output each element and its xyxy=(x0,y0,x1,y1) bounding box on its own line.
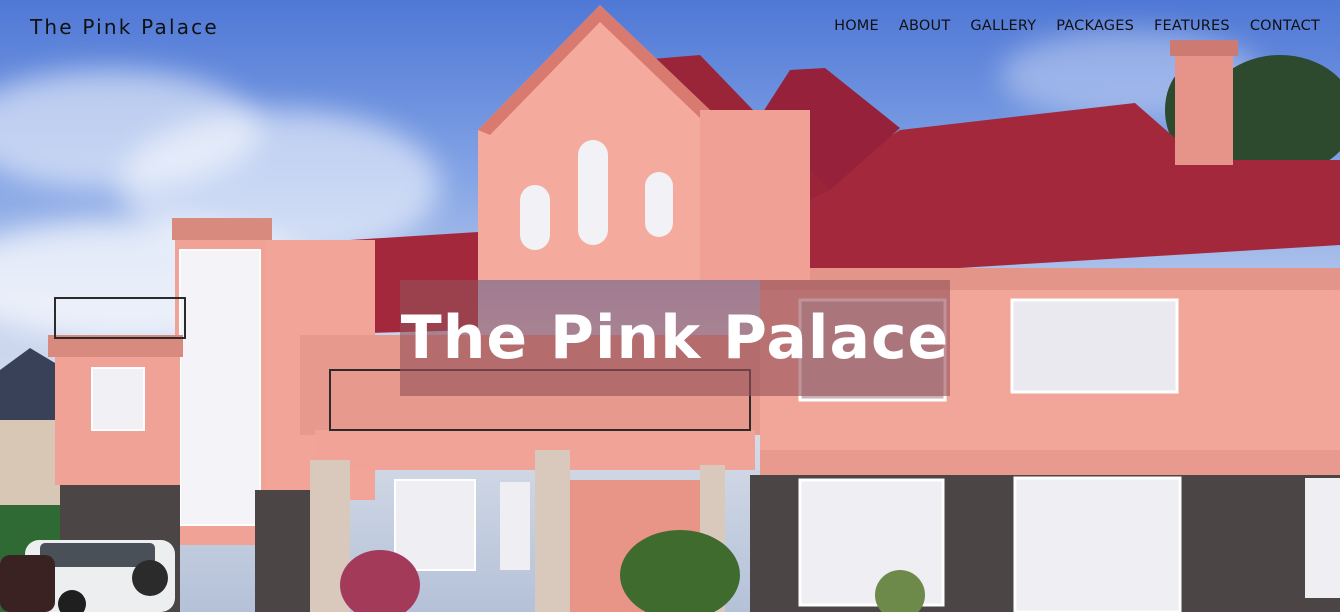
hero-title: The Pink Palace xyxy=(400,303,950,373)
brand-logo[interactable]: The Pink Palace xyxy=(30,15,219,39)
nav-about[interactable]: ABOUT xyxy=(899,18,951,34)
nav-gallery[interactable]: GALLERY xyxy=(970,18,1036,34)
top-navbar: The Pink Palace HOME ABOUT GALLERY PACKA… xyxy=(0,0,1340,56)
hero-title-box: The Pink Palace xyxy=(400,280,950,396)
main-menu: HOME ABOUT GALLERY PACKAGES FEATURES CON… xyxy=(834,18,1320,34)
nav-contact[interactable]: CONTACT xyxy=(1250,18,1320,34)
nav-packages[interactable]: PACKAGES xyxy=(1056,18,1134,34)
nav-features[interactable]: FEATURES xyxy=(1154,18,1230,34)
nav-home[interactable]: HOME xyxy=(834,18,879,34)
